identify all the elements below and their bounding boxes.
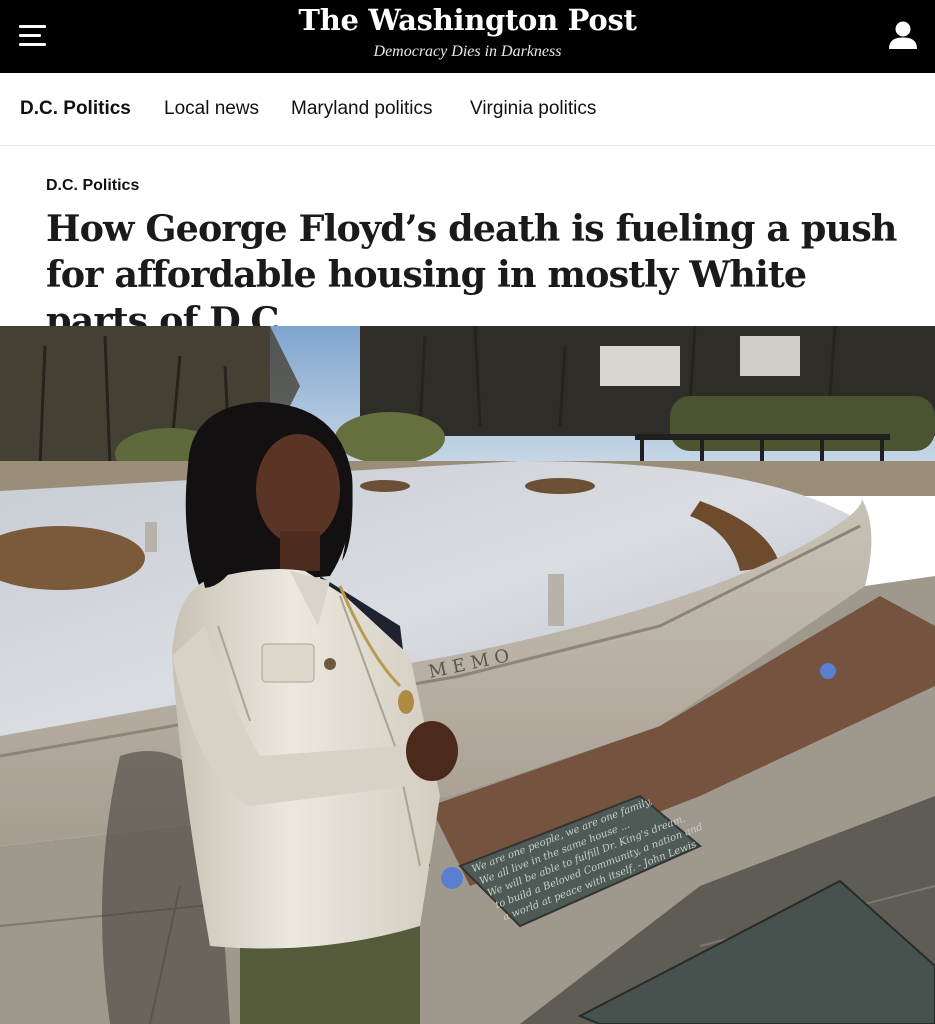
site-logo[interactable]: The Washington Post [0,3,935,37]
site-tagline: Democracy Dies in Darkness [373,43,562,60]
user-account-icon[interactable] [887,20,919,50]
nav-item-maryland-politics[interactable]: Maryland politics [291,98,433,120]
lead-photo: M E M O We are one people, we are one fa… [0,326,935,1024]
nav-item-dc-politics[interactable]: D.C. Politics [20,98,131,120]
nav-item-local-news[interactable]: Local news [164,98,259,120]
nav-item-virginia-politics[interactable]: Virginia politics [470,98,596,120]
article-kicker[interactable]: D.C. Politics [46,177,139,195]
masthead: The Washington Post Democracy Dies in Da… [0,0,935,73]
article-headline: How George Floyd’s death is fueling a pu… [46,207,897,342]
lead-photo-illustration: M E M O We are one people, we are one fa… [0,326,935,1024]
section-nav: D.C. Politics Local news Maryland politi… [0,73,935,146]
